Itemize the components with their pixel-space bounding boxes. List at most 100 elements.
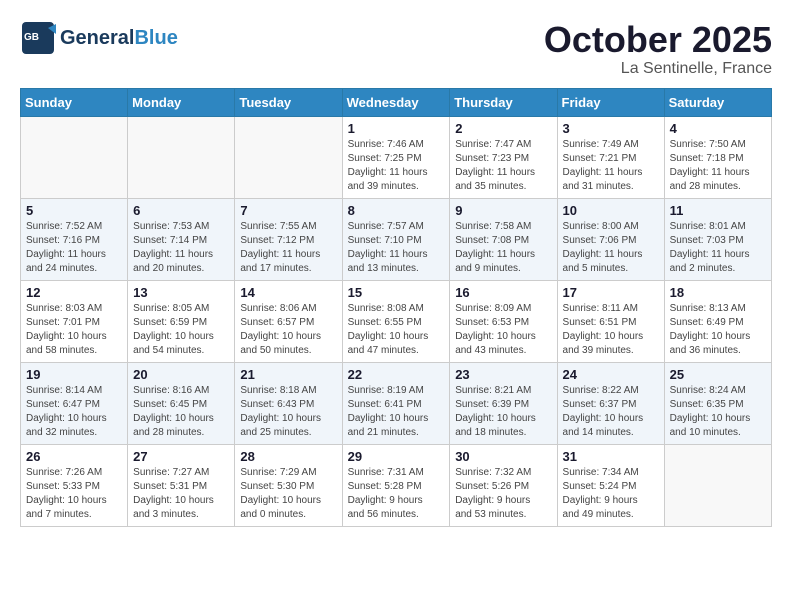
table-row: 15Sunrise: 8:08 AM Sunset: 6:55 PM Dayli… — [342, 280, 450, 362]
day-number: 18 — [670, 285, 766, 300]
day-number: 5 — [26, 203, 122, 218]
day-info: Sunrise: 8:09 AM Sunset: 6:53 PM Dayligh… — [455, 302, 551, 358]
day-info: Sunrise: 7:31 AM Sunset: 5:28 PM Dayligh… — [348, 466, 445, 522]
day-info: Sunrise: 7:49 AM Sunset: 7:21 PM Dayligh… — [563, 138, 659, 194]
day-number: 31 — [563, 449, 659, 464]
day-number: 23 — [455, 367, 551, 382]
day-number: 25 — [670, 367, 766, 382]
table-row: 2 Sunrise: 7:47 AM Sunset: 7:23 PM Daylig… — [450, 116, 557, 198]
day-info: Sunrise: 8:11 AM Sunset: 6:51 PM Dayligh… — [563, 302, 659, 358]
table-row: 18Sunrise: 8:13 AM Sunset: 6:49 PM Dayli… — [664, 280, 771, 362]
day-number: 3 — [563, 121, 659, 136]
table-row: 7 Sunrise: 7:55 AM Sunset: 7:12 PM Daylig… — [235, 198, 342, 280]
day-number: 2 — [455, 121, 551, 136]
table-row: 3 Sunrise: 7:49 AM Sunset: 7:21 PM Daylig… — [557, 116, 664, 198]
day-number: 19 — [26, 367, 122, 382]
day-info: Sunrise: 7:34 AM Sunset: 5:24 PM Dayligh… — [563, 466, 659, 522]
table-row: 29 Sunrise: 7:31 AM Sunset: 5:28 PM Dayli… — [342, 444, 450, 526]
day-info: Sunrise: 7:46 AM Sunset: 7:25 PM Dayligh… — [348, 138, 445, 194]
day-info: Sunrise: 7:53 AM Sunset: 7:14 PM Dayligh… — [133, 220, 229, 276]
day-info: Sunrise: 8:06 AM Sunset: 6:57 PM Dayligh… — [240, 302, 336, 358]
calendar-week-row: 26Sunrise: 7:26 AM Sunset: 5:33 PM Dayli… — [21, 444, 772, 526]
day-info: Sunrise: 8:05 AM Sunset: 6:59 PM Dayligh… — [133, 302, 229, 358]
col-thursday: Thursday — [450, 88, 557, 116]
day-info: Sunrise: 8:24 AM Sunset: 6:35 PM Dayligh… — [670, 384, 766, 440]
calendar-table: Sunday Monday Tuesday Wednesday Thursday… — [20, 88, 772, 527]
table-row — [235, 116, 342, 198]
table-row — [21, 116, 128, 198]
day-info: Sunrise: 7:32 AM Sunset: 5:26 PM Dayligh… — [455, 466, 551, 522]
day-info: Sunrise: 7:27 AM Sunset: 5:31 PM Dayligh… — [133, 466, 229, 522]
table-row: 20 Sunrise: 8:16 AM Sunset: 6:45 PM Dayli… — [128, 362, 235, 444]
day-number: 24 — [563, 367, 659, 382]
table-row — [128, 116, 235, 198]
col-sunday: Sunday — [21, 88, 128, 116]
month-title: October 2025 — [544, 20, 772, 60]
calendar-week-row: 12 Sunrise: 8:03 AM Sunset: 7:01 PM Dayli… — [21, 280, 772, 362]
table-row: 5 Sunrise: 7:52 AM Sunset: 7:16 PM Daylig… — [21, 198, 128, 280]
calendar-week-row: 5 Sunrise: 7:52 AM Sunset: 7:16 PM Daylig… — [21, 198, 772, 280]
table-row: 11 Sunrise: 8:01 AM Sunset: 7:03 PM Dayli… — [664, 198, 771, 280]
table-row: 14 Sunrise: 8:06 AM Sunset: 6:57 PM Dayli… — [235, 280, 342, 362]
day-info: Sunrise: 7:50 AM Sunset: 7:18 PM Dayligh… — [670, 138, 766, 194]
day-info: Sunrise: 7:29 AM Sunset: 5:30 PM Dayligh… — [240, 466, 336, 522]
day-number: 17 — [563, 285, 659, 300]
day-number: 12 — [26, 285, 122, 300]
day-number: 10 — [563, 203, 659, 218]
day-number: 16 — [455, 285, 551, 300]
table-row: 30 Sunrise: 7:32 AM Sunset: 5:26 PM Dayli… — [450, 444, 557, 526]
day-info: Sunrise: 8:00 AM Sunset: 7:06 PM Dayligh… — [563, 220, 659, 276]
day-number: 6 — [133, 203, 229, 218]
day-number: 20 — [133, 367, 229, 382]
day-info: Sunrise: 7:52 AM Sunset: 7:16 PM Dayligh… — [26, 220, 122, 276]
table-row: 10 Sunrise: 8:00 AM Sunset: 7:06 PM Dayli… — [557, 198, 664, 280]
day-number: 30 — [455, 449, 551, 464]
col-wednesday: Wednesday — [342, 88, 450, 116]
table-row: 27 Sunrise: 7:27 AM Sunset: 5:31 PM Dayli… — [128, 444, 235, 526]
table-row: 4 Sunrise: 7:50 AM Sunset: 7:18 PM Daylig… — [664, 116, 771, 198]
col-monday: Monday — [128, 88, 235, 116]
day-info: Sunrise: 7:57 AM Sunset: 7:10 PM Dayligh… — [348, 220, 445, 276]
calendar-week-row: 1Sunrise: 7:46 AM Sunset: 7:25 PM Daylig… — [21, 116, 772, 198]
day-info: Sunrise: 7:55 AM Sunset: 7:12 PM Dayligh… — [240, 220, 336, 276]
day-info: Sunrise: 8:01 AM Sunset: 7:03 PM Dayligh… — [670, 220, 766, 276]
col-tuesday: Tuesday — [235, 88, 342, 116]
day-number: 27 — [133, 449, 229, 464]
logo: GB GeneralBlue — [20, 20, 178, 56]
table-row: 19Sunrise: 8:14 AM Sunset: 6:47 PM Dayli… — [21, 362, 128, 444]
day-number: 4 — [670, 121, 766, 136]
table-row: 25 Sunrise: 8:24 AM Sunset: 6:35 PM Dayli… — [664, 362, 771, 444]
table-row: 13Sunrise: 8:05 AM Sunset: 6:59 PM Dayli… — [128, 280, 235, 362]
day-info: Sunrise: 7:47 AM Sunset: 7:23 PM Dayligh… — [455, 138, 551, 194]
table-row: 6 Sunrise: 7:53 AM Sunset: 7:14 PM Daylig… — [128, 198, 235, 280]
day-info: Sunrise: 8:21 AM Sunset: 6:39 PM Dayligh… — [455, 384, 551, 440]
day-info: Sunrise: 8:16 AM Sunset: 6:45 PM Dayligh… — [133, 384, 229, 440]
table-row — [664, 444, 771, 526]
table-row: 16 Sunrise: 8:09 AM Sunset: 6:53 PM Dayli… — [450, 280, 557, 362]
table-row: 23 Sunrise: 8:21 AM Sunset: 6:39 PM Dayli… — [450, 362, 557, 444]
day-number: 28 — [240, 449, 336, 464]
table-row: 21Sunrise: 8:18 AM Sunset: 6:43 PM Dayli… — [235, 362, 342, 444]
day-number: 15 — [348, 285, 445, 300]
day-number: 9 — [455, 203, 551, 218]
table-row: 22 Sunrise: 8:19 AM Sunset: 6:41 PM Dayli… — [342, 362, 450, 444]
table-row: 28 Sunrise: 7:29 AM Sunset: 5:30 PM Dayli… — [235, 444, 342, 526]
day-number: 11 — [670, 203, 766, 218]
page-header: GB GeneralBlue October 2025 La Sentinell… — [20, 20, 772, 78]
col-saturday: Saturday — [664, 88, 771, 116]
day-info: Sunrise: 8:18 AM Sunset: 6:43 PM Dayligh… — [240, 384, 336, 440]
table-row: 26Sunrise: 7:26 AM Sunset: 5:33 PM Dayli… — [21, 444, 128, 526]
day-info: Sunrise: 8:22 AM Sunset: 6:37 PM Dayligh… — [563, 384, 659, 440]
table-row: 17 Sunrise: 8:11 AM Sunset: 6:51 PM Dayli… — [557, 280, 664, 362]
day-number: 14 — [240, 285, 336, 300]
table-row: 8Sunrise: 7:57 AM Sunset: 7:10 PM Daylig… — [342, 198, 450, 280]
day-number: 22 — [348, 367, 445, 382]
day-info: Sunrise: 7:26 AM Sunset: 5:33 PM Dayligh… — [26, 466, 122, 522]
day-info: Sunrise: 7:58 AM Sunset: 7:08 PM Dayligh… — [455, 220, 551, 276]
day-number: 7 — [240, 203, 336, 218]
day-info: Sunrise: 8:19 AM Sunset: 6:41 PM Dayligh… — [348, 384, 445, 440]
day-number: 29 — [348, 449, 445, 464]
table-row: 24 Sunrise: 8:22 AM Sunset: 6:37 PM Dayli… — [557, 362, 664, 444]
day-info: Sunrise: 8:03 AM Sunset: 7:01 PM Dayligh… — [26, 302, 122, 358]
calendar-week-row: 19Sunrise: 8:14 AM Sunset: 6:47 PM Dayli… — [21, 362, 772, 444]
